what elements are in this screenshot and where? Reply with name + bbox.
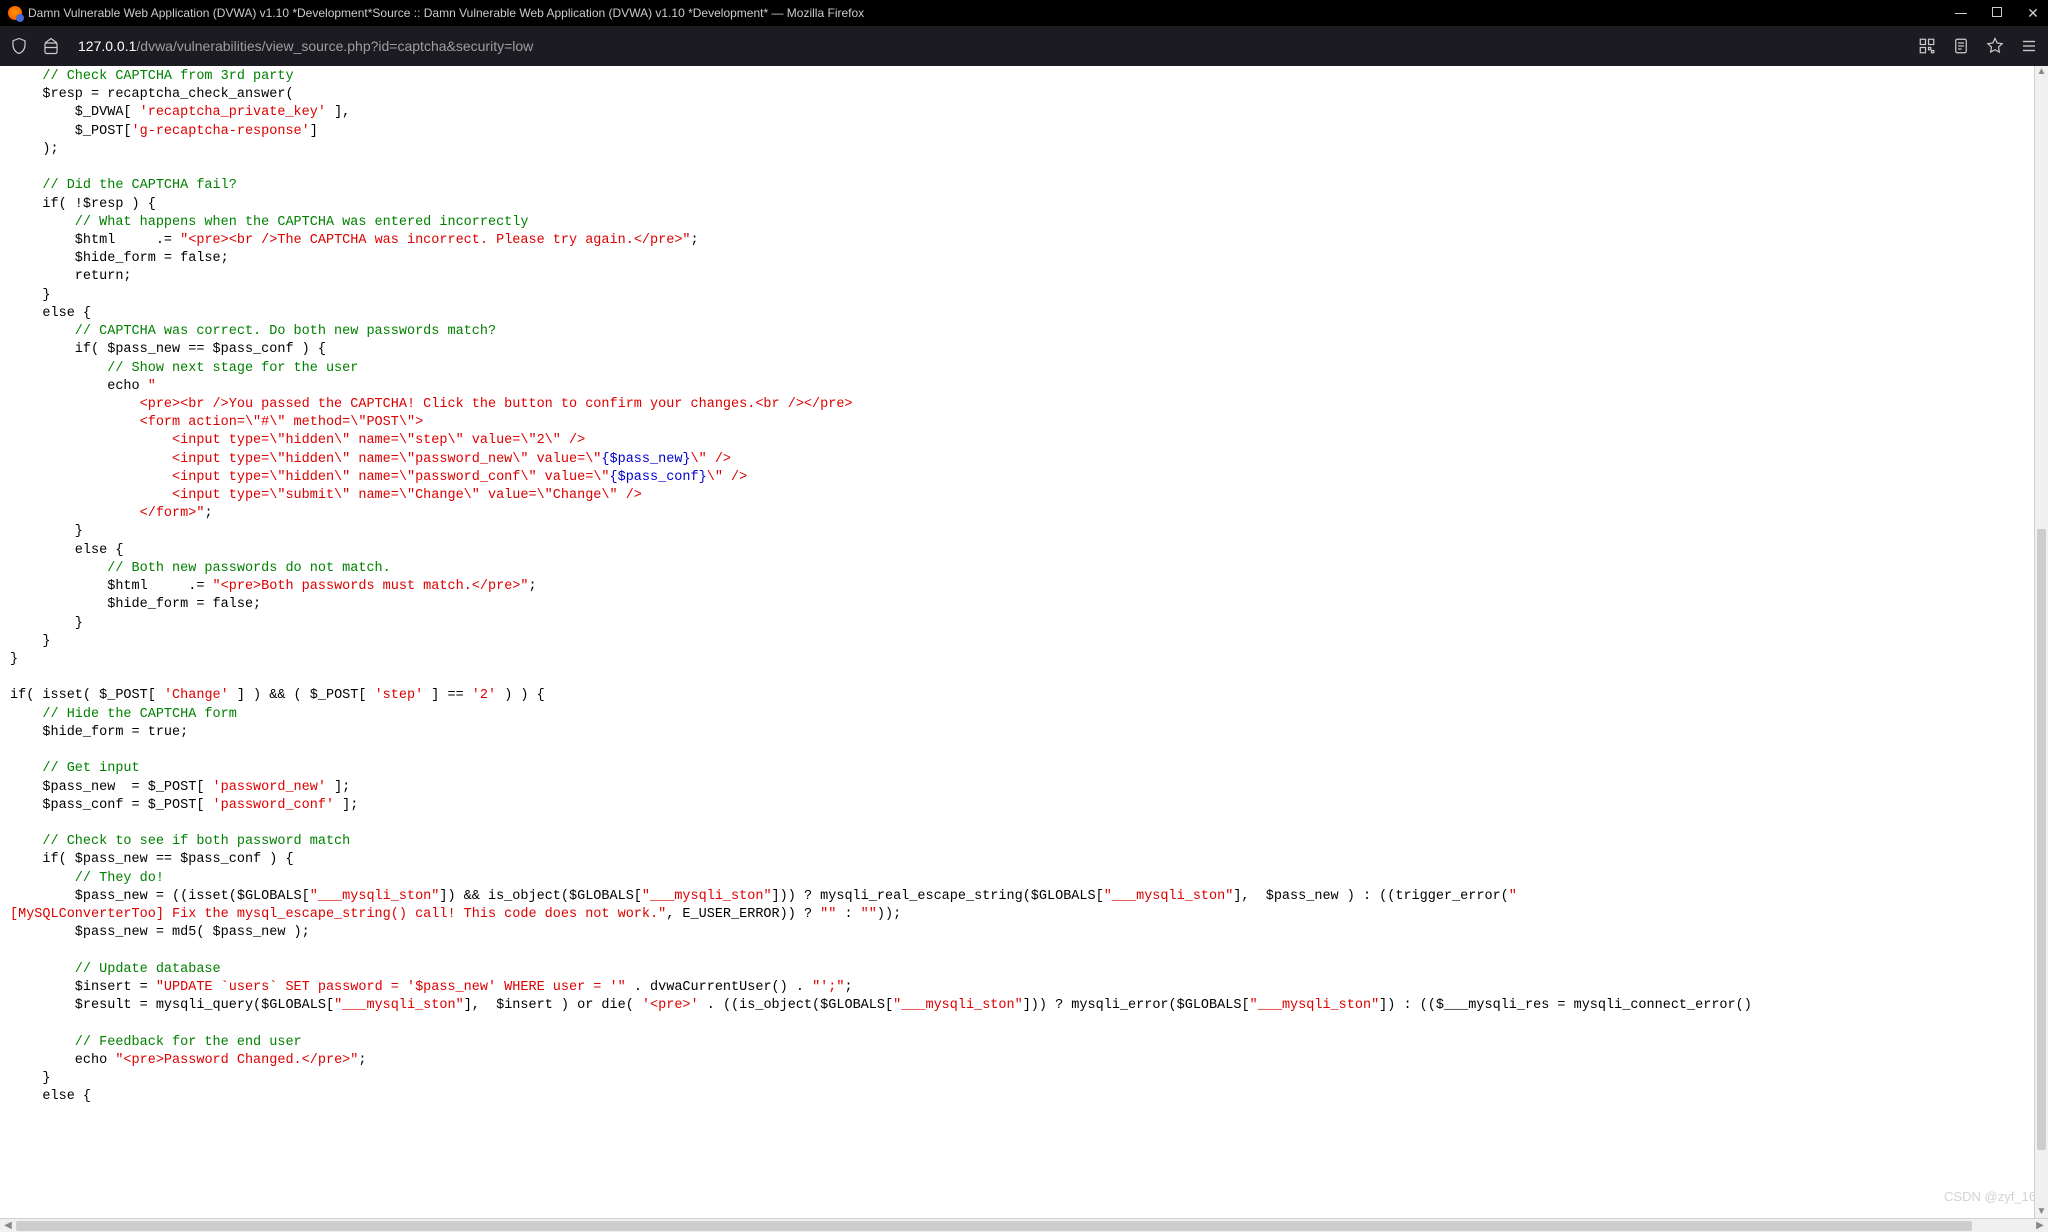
firefox-icon [8, 6, 22, 20]
lock-icon[interactable] [42, 37, 60, 55]
source-code: // Check CAPTCHA from 3rd party $resp = … [0, 66, 2048, 1116]
window-title: Damn Vulnerable Web Application (DVWA) v… [28, 6, 1954, 20]
watermark: CSDN @zyf_16 [1944, 1189, 2036, 1204]
scroll-left-arrow[interactable]: ◀ [2, 1220, 14, 1231]
browser-toolbar: 127.0.0.1/dvwa/vulnerabilities/view_sour… [0, 26, 2048, 66]
window-titlebar: Damn Vulnerable Web Application (DVWA) v… [0, 0, 2048, 26]
bookmark-star-icon[interactable] [1986, 37, 2004, 55]
vertical-scrollbar[interactable]: ▲ ▼ [2034, 66, 2048, 1218]
hamburger-menu-icon[interactable] [2020, 37, 2038, 55]
scroll-up-arrow[interactable]: ▲ [2035, 66, 2048, 78]
scroll-right-arrow[interactable]: ▶ [2034, 1220, 2046, 1231]
shield-icon[interactable] [10, 37, 28, 55]
scroll-down-arrow[interactable]: ▼ [2035, 1206, 2048, 1218]
minimize-button[interactable] [1954, 6, 1968, 20]
url-host: 127.0.0.1 [78, 38, 136, 54]
url-path: /dvwa/vulnerabilities/view_source.php?id… [136, 38, 533, 54]
page-content: // Check CAPTCHA from 3rd party $resp = … [0, 66, 2048, 1218]
horizontal-scroll-thumb[interactable] [16, 1221, 1972, 1231]
qr-icon[interactable] [1918, 37, 1936, 55]
reader-icon[interactable] [1952, 37, 1970, 55]
close-button[interactable]: ✕ [2026, 6, 2040, 20]
url-bar[interactable]: 127.0.0.1/dvwa/vulnerabilities/view_sour… [74, 38, 1904, 54]
maximize-button[interactable] [1990, 6, 2004, 20]
horizontal-scrollbar[interactable]: ◀ ▶ [0, 1218, 2048, 1232]
vertical-scroll-thumb[interactable] [2037, 529, 2046, 1149]
window-controls: ✕ [1954, 6, 2040, 20]
